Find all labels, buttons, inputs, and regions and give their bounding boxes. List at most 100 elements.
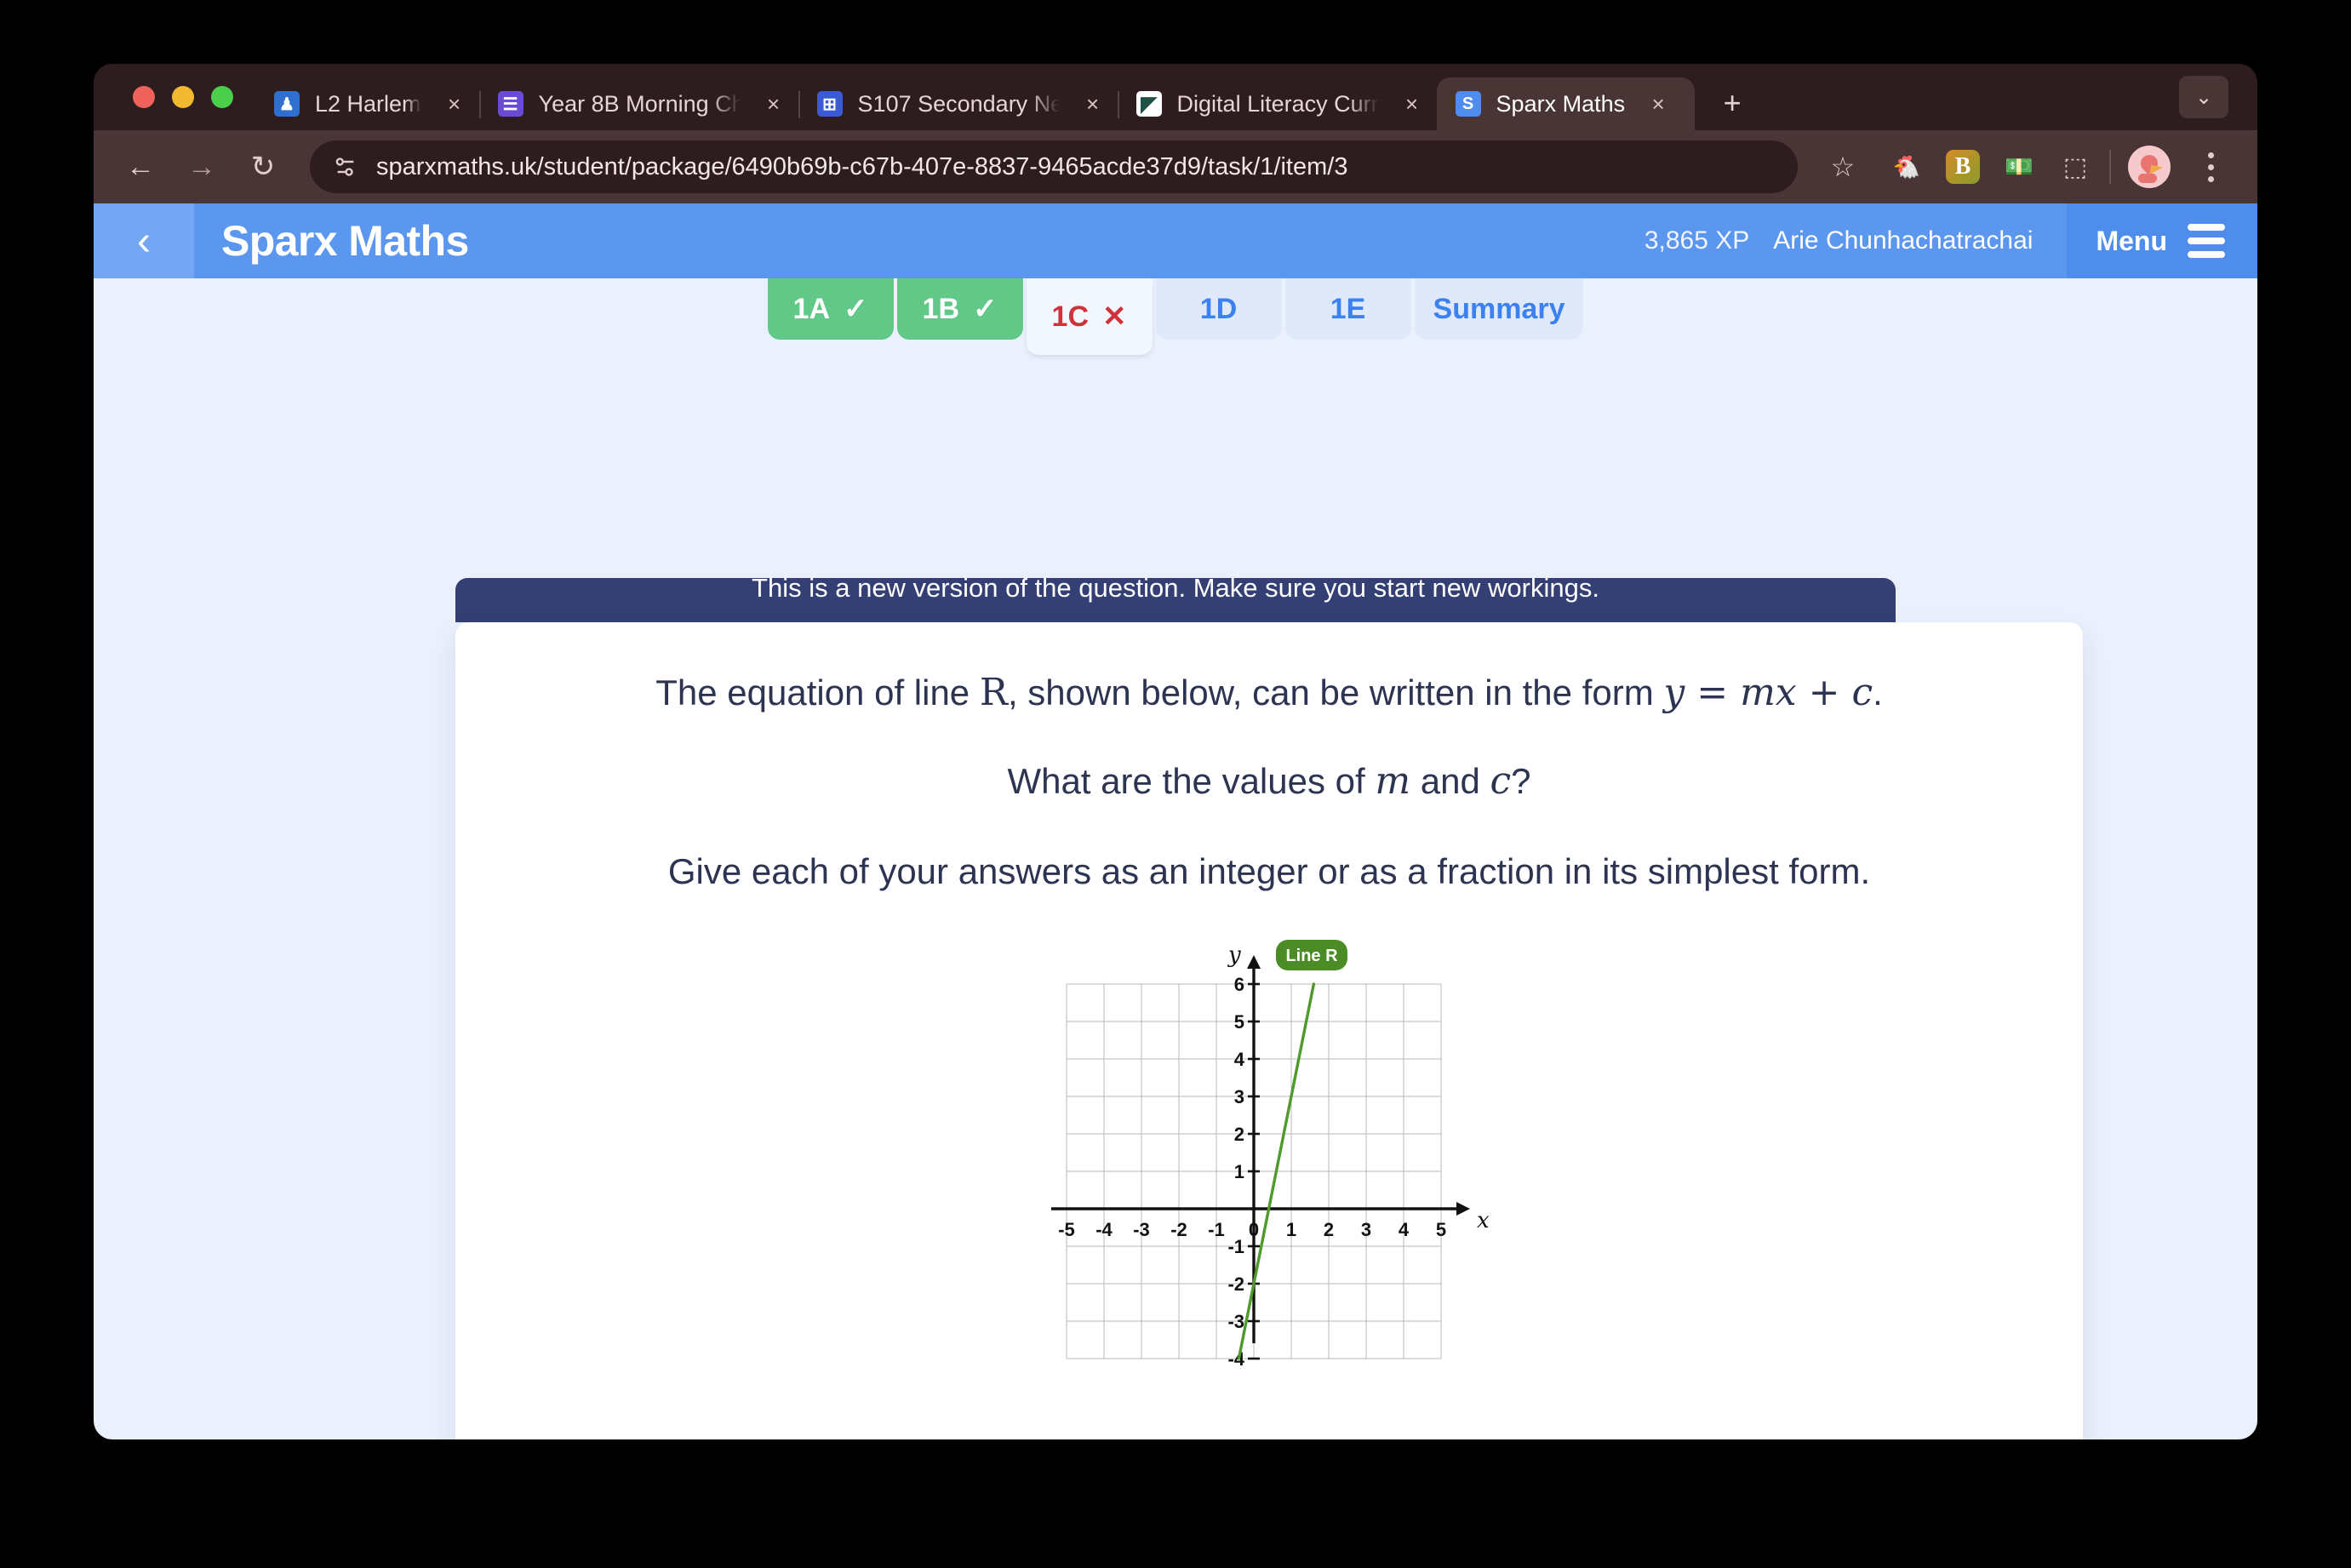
tabstrip-right-controls: ⌄ <box>2179 64 2257 130</box>
sparx-app-header: ‹ Sparx Maths 3,865 XP Arie Chunhachatra… <box>94 203 2257 278</box>
extensions-puzzle-icon[interactable]: ⬚ <box>2058 150 2092 184</box>
y-tick-label: 4 <box>1234 1049 1245 1070</box>
x-tick-label: -2 <box>1170 1219 1187 1240</box>
browser-tabstrip: ♟ L2 Harlem × ☰ Year 8B Morning Check in… <box>94 64 2257 130</box>
x-tick-label: -1 <box>1208 1219 1225 1240</box>
y-tick-label: 1 <box>1234 1161 1244 1182</box>
browser-tab-digital-literacy-curriculum[interactable]: ◤ Digital Literacy Curriculum × <box>1118 77 1439 130</box>
y-tick-label: 3 <box>1234 1086 1244 1107</box>
task-tab-label: 1C <box>1051 300 1089 333</box>
close-icon[interactable]: × <box>1644 89 1673 118</box>
y-tick-label: -4 <box>1227 1348 1244 1370</box>
check-icon: ✓ <box>973 293 998 325</box>
x-tick-label: -5 <box>1058 1219 1075 1240</box>
browser-tab-l2-harlem[interactable]: ♟ L2 Harlem × <box>255 77 481 130</box>
teal-document-icon: ◤ <box>1135 91 1162 117</box>
window-traffic-lights <box>117 64 255 130</box>
y-tick-label: 6 <box>1234 974 1244 995</box>
task-tab-1d[interactable]: 1D <box>1155 278 1282 340</box>
x-tick-label: -3 <box>1133 1219 1150 1240</box>
browser-tab-s107-secondary-news[interactable]: ⊞ S107 Secondary News × <box>798 77 1119 130</box>
y-tick-label: -1 <box>1227 1236 1244 1257</box>
task-tab-label: 1E <box>1330 292 1366 325</box>
forward-icon[interactable]: → <box>175 140 228 193</box>
task-tab-1a[interactable]: 1A ✓ <box>767 278 894 340</box>
variable-m: m <box>1375 759 1411 804</box>
minimize-window-button[interactable] <box>172 86 194 108</box>
close-icon[interactable]: × <box>440 89 469 118</box>
maximize-window-button[interactable] <box>211 86 233 108</box>
equation-y-mx-c: y = mx + c <box>1663 671 1873 714</box>
back-icon[interactable]: ← <box>114 140 167 193</box>
tab-title: L2 Harlem <box>315 90 421 117</box>
site-settings-icon[interactable] <box>329 150 363 184</box>
task-tab-label: 1A <box>792 292 830 325</box>
banner-text: This is a new version of the question. M… <box>752 578 1599 603</box>
question-line-2-part-b: and <box>1410 761 1490 802</box>
y-tick-label: -2 <box>1227 1273 1244 1295</box>
bookmark-star-icon[interactable]: ☆ <box>1818 142 1868 192</box>
close-icon[interactable]: × <box>759 89 788 118</box>
money-extension-icon[interactable]: 💵 <box>2002 150 2036 184</box>
question-line-1-end: . <box>1873 672 1883 712</box>
tab-title: S107 Secondary News <box>857 90 1060 117</box>
browser-window: ♟ L2 Harlem × ☰ Year 8B Morning Check in… <box>94 64 2257 1439</box>
browser-toolbar: ← → ↻ sparxmaths.uk/student/package/6490… <box>94 130 2257 203</box>
page-viewport: ‹ Sparx Maths 3,865 XP Arie Chunhachatra… <box>94 203 2257 1439</box>
chevron-down-icon[interactable]: ⌄ <box>2179 76 2228 118</box>
line-name-R: R <box>979 671 1008 714</box>
hamburger-icon <box>2188 224 2225 258</box>
tab-title: Year 8B Morning Check in <box>538 90 741 117</box>
avatar-accent-2 <box>2138 174 2157 183</box>
bitwarden-extension-icon[interactable]: B <box>1946 150 1980 184</box>
toolbar-divider <box>2109 150 2111 184</box>
task-tab-1c[interactable]: 1C ✕ <box>1026 278 1153 355</box>
close-icon[interactable]: × <box>1398 89 1427 118</box>
coordinate-graph: -5 -4 -3 -2 -1 0 1 2 3 4 5-4-3-2-1123456xy Line R <box>1051 939 1490 1370</box>
sparx-s-icon: S <box>1455 91 1481 117</box>
chicken-extension-icon[interactable]: 🐔 <box>1890 150 1924 184</box>
chrome-menu-kebab[interactable] <box>2189 142 2232 192</box>
y-tick-label: -3 <box>1227 1311 1244 1332</box>
url-text: sparxmaths.uk/student/package/6490b69b-c… <box>376 152 1348 180</box>
check-icon: ✓ <box>844 293 868 325</box>
app-back-button[interactable]: ‹ <box>94 203 194 278</box>
task-tab-summary[interactable]: Summary <box>1414 278 1584 340</box>
y-axis-arrow <box>1247 954 1261 969</box>
x-tick-label: 3 <box>1361 1219 1371 1240</box>
address-bar[interactable]: sparxmaths.uk/student/package/6490b69b-c… <box>310 140 1798 193</box>
task-tab-label: 1D <box>1199 292 1238 325</box>
question-body: The equation of line R, shown below, can… <box>455 622 2083 1439</box>
x-axis-label: x <box>1477 1208 1490 1233</box>
browser-tab-year-8b-morning-check-in[interactable]: ☰ Year 8B Morning Check in × <box>479 77 800 130</box>
variable-c: c <box>1490 759 1512 804</box>
x-tick-label: 4 <box>1399 1219 1410 1240</box>
task-tab-1e[interactable]: 1E <box>1284 278 1411 340</box>
y-tick-label: 5 <box>1234 1011 1244 1033</box>
task-tab-label: Summary <box>1433 292 1565 325</box>
browser-tab-sparx-maths[interactable]: S Sparx Maths × <box>1436 77 1696 130</box>
tab-title: Sparx Maths <box>1496 90 1626 117</box>
x-tick-label: 1 <box>1286 1219 1296 1240</box>
question-line-2-end: ? <box>1511 761 1531 802</box>
question-line-3: Give each of your answers as an integer … <box>667 850 1871 891</box>
close-window-button[interactable] <box>133 86 155 108</box>
user-name: Arie Chunhachatrachai <box>1773 226 2034 255</box>
graph-container: -5 -4 -3 -2 -1 0 1 2 3 4 5 -4 -3 -2 -1 1 2 3 4 5 6 x y Line R <box>506 933 2032 1393</box>
x-axis-arrow <box>1456 1201 1470 1216</box>
header-right: 3,865 XP Arie Chunhachatrachai Menu <box>1645 203 2257 278</box>
x-tick-label: 5 <box>1436 1219 1446 1240</box>
new-tab-button[interactable]: + <box>1708 79 1756 127</box>
cross-icon: ✕ <box>1102 300 1127 333</box>
task-tab-1b[interactable]: 1B ✓ <box>896 278 1023 340</box>
y-tick-label: 2 <box>1234 1124 1244 1145</box>
profile-avatar[interactable] <box>2128 146 2171 188</box>
task-tab-strip: 1A ✓ 1B ✓ 1C ✕ 1D 1E Summary <box>94 278 2257 355</box>
close-icon[interactable]: × <box>1078 89 1107 118</box>
google-forms-icon: ☰ <box>497 91 523 117</box>
menu-button[interactable]: Menu <box>2067 203 2257 278</box>
tab-title: Digital Literacy Curriculum <box>1176 90 1379 117</box>
reload-icon[interactable]: ↻ <box>237 140 289 193</box>
question-card: The equation of line R, shown below, can… <box>455 622 2083 1439</box>
y-axis-label: y <box>1227 942 1241 968</box>
